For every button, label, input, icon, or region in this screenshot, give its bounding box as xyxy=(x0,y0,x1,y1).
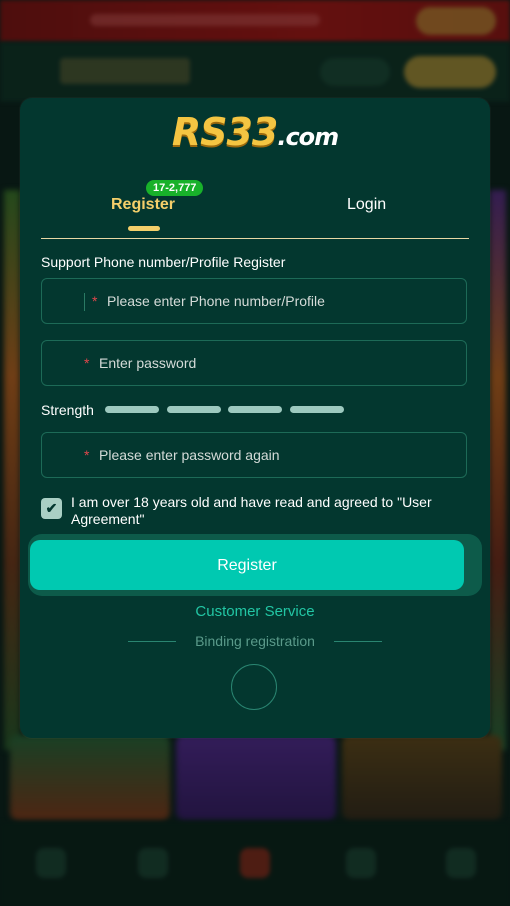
tab-register-label: Register xyxy=(111,196,176,213)
binding-registration-divider: Binding registration xyxy=(128,632,382,652)
strength-bar xyxy=(105,406,159,413)
tab-login-label: Login xyxy=(347,196,387,213)
check-icon: ✔ xyxy=(45,500,58,516)
agreement-text[interactable]: I am over 18 years old and have read and… xyxy=(71,494,471,528)
confirm-password-input[interactable]: * Please enter password again xyxy=(41,432,467,478)
brand-logo: RS33.com xyxy=(20,110,490,159)
strength-bar xyxy=(290,406,344,413)
agreement-checkbox[interactable]: ✔ xyxy=(41,498,62,519)
binding-option-button[interactable] xyxy=(231,664,277,710)
register-modal: RS33.com Register 17-2,777 Login Support… xyxy=(20,98,490,738)
phone-placeholder: Please enter Phone number/Profile xyxy=(107,293,325,309)
confirm-password-placeholder: Please enter password again xyxy=(99,447,280,463)
register-badge: 17-2,777 xyxy=(146,180,204,196)
required-mark: * xyxy=(92,293,98,309)
register-button[interactable]: Register xyxy=(30,540,464,590)
active-tab-indicator xyxy=(128,226,160,231)
divider-line xyxy=(334,641,382,642)
logo-brand: RS33 xyxy=(171,110,279,154)
register-section-label: Support Phone number/Profile Register xyxy=(41,254,286,270)
required-mark: * xyxy=(84,355,90,371)
password-placeholder: Enter password xyxy=(99,355,197,371)
tab-login[interactable]: Login xyxy=(347,196,386,214)
tab-register[interactable]: Register xyxy=(111,196,175,214)
customer-service-link[interactable]: Customer Service xyxy=(20,603,490,620)
strength-bar xyxy=(167,406,221,413)
country-code-divider xyxy=(84,293,85,311)
phone-input[interactable]: * Please enter Phone number/Profile xyxy=(41,278,467,324)
logo-domain: .com xyxy=(277,123,339,151)
auth-tabs: Register 17-2,777 Login xyxy=(41,178,469,239)
strength-label: Strength xyxy=(41,402,94,418)
password-input[interactable]: * Enter password xyxy=(41,340,467,386)
required-mark: * xyxy=(84,447,90,463)
strength-bar xyxy=(228,406,282,413)
